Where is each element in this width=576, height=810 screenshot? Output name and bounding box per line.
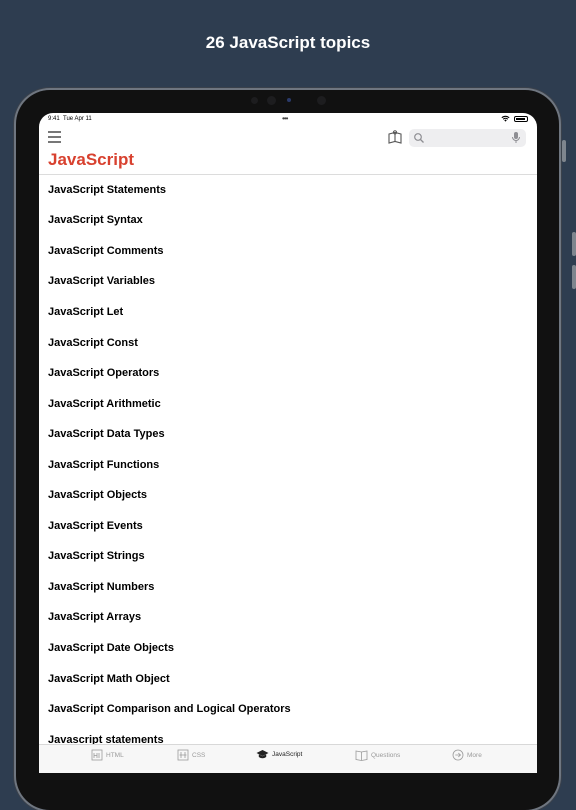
multitasking-dots[interactable]: ••• bbox=[282, 114, 288, 123]
css-icon bbox=[177, 749, 189, 761]
search-bar[interactable] bbox=[409, 129, 526, 147]
topic-list-item[interactable]: JavaScript Data Types bbox=[39, 419, 537, 450]
topic-list-item[interactable]: JavaScript Syntax bbox=[39, 206, 537, 237]
topic-list-item[interactable]: JavaScript Objects bbox=[39, 480, 537, 511]
front-camera bbox=[287, 98, 291, 102]
tab-javascript[interactable]: JavaScript bbox=[256, 749, 302, 760]
app-screen: 9:41 Tue Apr 11 ••• JavaScript JavaScrip… bbox=[39, 113, 537, 773]
reader-icon[interactable] bbox=[387, 130, 403, 146]
volume-down-button bbox=[572, 265, 576, 289]
topic-list-item[interactable]: JavaScript Functions bbox=[39, 450, 537, 481]
promo-title: 26 JavaScript topics bbox=[205, 33, 371, 52]
arrow-circle-icon bbox=[452, 749, 464, 761]
topic-list-item[interactable]: JavaScript Let bbox=[39, 297, 537, 328]
topic-list-item[interactable]: JavaScript Strings bbox=[39, 542, 537, 573]
sensor bbox=[317, 96, 326, 105]
topic-list-item[interactable]: JavaScript Variables bbox=[39, 267, 537, 298]
topic-list-item[interactable]: JavaScript Comments bbox=[39, 236, 537, 267]
html-icon bbox=[91, 749, 103, 761]
topic-list-item[interactable]: JavaScript Arithmetic bbox=[39, 389, 537, 420]
topic-list-item[interactable]: JavaScript Const bbox=[39, 328, 537, 359]
topic-list: JavaScript Statements JavaScript Syntax Ja… bbox=[39, 175, 537, 755]
topic-list-item[interactable]: JavaScript Comparison and Logical Operat… bbox=[39, 694, 537, 725]
topic-list-item[interactable]: JavaScript Math Object bbox=[39, 664, 537, 695]
volume-up-button bbox=[572, 232, 576, 256]
topic-list-item[interactable]: JavaScript Events bbox=[39, 511, 537, 542]
status-time: 9:41 Tue Apr 11 bbox=[48, 116, 92, 122]
topic-list-item[interactable]: JavaScript Operators bbox=[39, 358, 537, 389]
topic-list-item[interactable]: JavaScript Arrays bbox=[39, 603, 537, 634]
tab-label: More bbox=[467, 751, 482, 759]
tab-bar: HTML CSS JavaScript Questions More bbox=[39, 744, 537, 773]
tab-label: Questions bbox=[371, 751, 401, 759]
search-input[interactable] bbox=[427, 131, 511, 147]
tab-html[interactable]: HTML bbox=[91, 749, 124, 761]
topic-list-item[interactable]: JavaScript Statements bbox=[39, 175, 537, 206]
search-icon bbox=[414, 133, 424, 143]
microphone-icon[interactable] bbox=[511, 131, 521, 145]
tab-questions[interactable]: Questions bbox=[355, 749, 400, 761]
tab-label: HTML bbox=[106, 751, 124, 759]
navigation-bar bbox=[39, 126, 537, 152]
graduation-cap-icon bbox=[256, 750, 269, 759]
tab-label: JavaScript bbox=[272, 751, 303, 758]
menu-icon[interactable] bbox=[48, 131, 61, 143]
tab-css[interactable]: CSS bbox=[177, 749, 205, 761]
wifi-icon bbox=[501, 115, 510, 122]
page-title: JavaScript bbox=[48, 150, 134, 169]
open-book-icon bbox=[355, 750, 368, 761]
battery-icon bbox=[514, 115, 528, 122]
sensor bbox=[251, 97, 258, 104]
tab-more[interactable]: More bbox=[452, 749, 482, 761]
status-icons bbox=[501, 115, 528, 122]
top-button bbox=[562, 140, 566, 162]
topic-list-item[interactable]: JavaScript Numbers bbox=[39, 572, 537, 603]
status-clock: 9:41 bbox=[48, 116, 60, 122]
status-date: Tue Apr 11 bbox=[63, 116, 92, 122]
sensor bbox=[267, 96, 276, 105]
topic-list-item[interactable]: JavaScript Date Objects bbox=[39, 633, 537, 664]
status-bar: 9:41 Tue Apr 11 ••• bbox=[39, 113, 537, 125]
tab-label: CSS bbox=[192, 751, 206, 759]
